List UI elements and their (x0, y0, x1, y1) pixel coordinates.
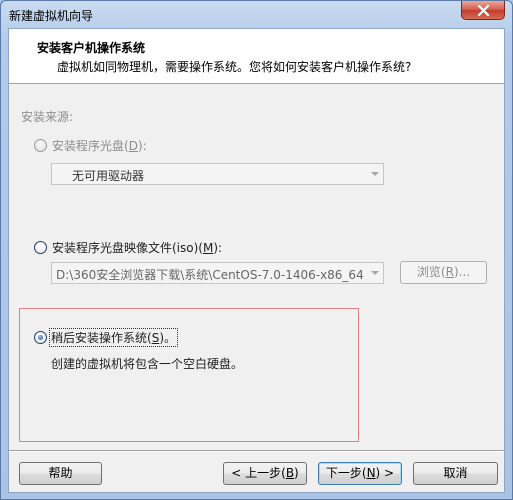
next-button[interactable]: 下一步(N) > (318, 462, 402, 485)
disc-radio-label: 安装程序光盘(D): (52, 139, 147, 153)
chevron-down-icon (371, 271, 379, 275)
install-later-label: 稍后安装操作系统(S)。 (49, 328, 178, 347)
browse-button[interactable]: 浏览(R)... (400, 261, 487, 284)
page-subtitle: 虚拟机如同物理机，需要操作系统。您将如何安装客户机操作系统? (57, 60, 412, 74)
back-button[interactable]: < 上一步(B) (223, 462, 307, 485)
cancel-button[interactable]: 取消 (413, 462, 498, 485)
close-button[interactable] (461, 1, 505, 20)
install-later-description: 创建的虚拟机将包含一个空白硬盘。 (51, 357, 244, 371)
disc-radio[interactable] (34, 139, 47, 152)
help-button[interactable]: 帮助 (19, 462, 102, 485)
disc-drive-select[interactable]: 无可用驱动器 (51, 163, 384, 185)
iso-radio-label: 安装程序光盘映像文件(iso)(M): (52, 241, 223, 255)
disc-drive-value: 无可用驱动器 (72, 169, 145, 183)
chevron-down-icon (371, 172, 379, 176)
title-bar[interactable]: 新建虚拟机向导 (1, 1, 512, 28)
iso-path-value: D:\360安全浏览器下载\系统\CentOS-7.0-1406-x86_64-… (56, 268, 364, 282)
radio-selected-dot (38, 335, 43, 340)
wizard-window: 新建虚拟机向导 安装客户机操作系统 虚拟机如同物理机，需要操作系统。您将如何安装… (0, 0, 513, 500)
window-title: 新建虚拟机向导 (9, 9, 94, 23)
wizard-header: 安装客户机操作系统 虚拟机如同物理机，需要操作系统。您将如何安装客户机操作系统? (9, 29, 504, 84)
install-source-label: 安装来源: (21, 110, 74, 124)
page-title: 安装客户机操作系统 (37, 41, 146, 55)
install-later-radio[interactable] (34, 331, 47, 344)
close-icon (477, 5, 490, 16)
wizard-body: 安装客户机操作系统 虚拟机如同物理机，需要操作系统。您将如何安装客户机操作系统?… (8, 28, 505, 493)
footer-divider (9, 450, 504, 452)
iso-path-select[interactable]: D:\360安全浏览器下载\系统\CentOS-7.0-1406-x86_64-… (51, 262, 384, 284)
iso-radio[interactable] (34, 241, 47, 254)
